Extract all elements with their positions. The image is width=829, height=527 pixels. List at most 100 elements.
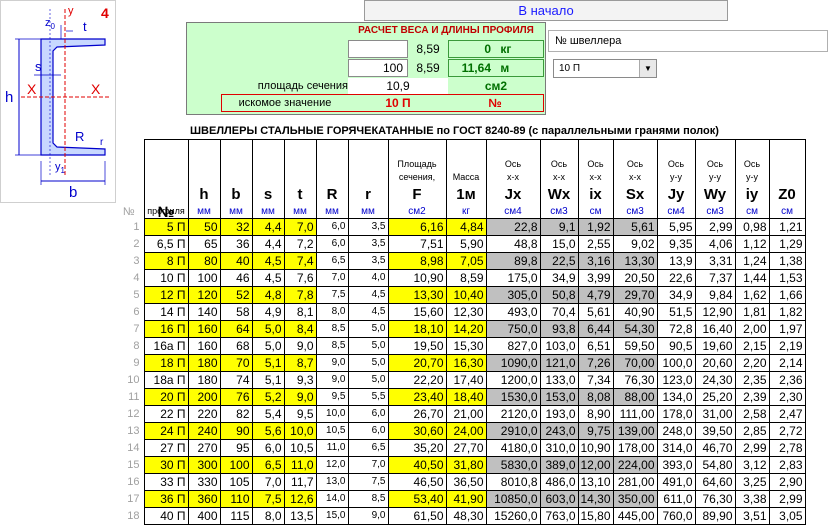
value-cell: 9,5 [283, 405, 317, 423]
header-symbol: b [231, 186, 241, 203]
value-cell: 7,8 [283, 286, 317, 304]
value-cell: 305,0 [485, 286, 541, 304]
value-cell: 248,0 [656, 422, 696, 440]
chevron-down-icon[interactable]: ▼ [639, 60, 656, 77]
value-cell: 26,70 [387, 405, 447, 423]
value-cell: 46,70 [694, 439, 736, 457]
label-r: r [100, 137, 104, 148]
value-cell: 281,00 [612, 473, 658, 491]
header-symbol: t [297, 186, 303, 203]
value-cell: 7,51 [387, 235, 447, 253]
value-cell: 6,0 [347, 422, 389, 440]
value-cell: 13,30 [612, 252, 658, 270]
value-cell: 350,00 [612, 490, 658, 508]
value-cell: 1,44 [734, 269, 770, 287]
value-cell: 160 [187, 337, 221, 355]
header-top: Площадь [397, 159, 437, 169]
profile-cell: 12 П [143, 286, 189, 304]
value-cell: 7,0 [251, 473, 285, 491]
value-cell: 7,5 [315, 286, 349, 304]
value-cell: 314,0 [656, 439, 696, 457]
value-cell: 10,90 [387, 269, 447, 287]
column-header-3: s мм [251, 139, 285, 219]
value-cell: 100,0 [656, 354, 696, 372]
value-cell: 39,50 [694, 422, 736, 440]
value-cell: 31,80 [445, 456, 487, 474]
value-cell: 393,0 [656, 456, 696, 474]
value-cell: 88,00 [612, 388, 658, 406]
value-cell: 2910,0 [485, 422, 541, 440]
channel-properties-table: №№№профиляhммbммsммtммRммrммПлощадьсечен… [116, 139, 806, 525]
profile-select[interactable]: 10 П ▼ [553, 59, 657, 78]
value-cell: 2,15 [734, 337, 770, 355]
value-cell: 10850,0 [485, 490, 541, 508]
value-cell: 15260,0 [485, 507, 541, 525]
value-cell: 2,83 [768, 456, 806, 474]
sought-value-row: искомое значение 10 П № [221, 94, 544, 112]
header-mid: профиля [147, 206, 185, 216]
table-row: 8 16а П 160 68 5,0 9,0 8,5 5,0 19,50 15,30 827,0 10… [116, 337, 806, 355]
value-cell: 6,44 [577, 320, 614, 338]
value-cell: 15,60 [387, 303, 447, 321]
value-cell: 7,26 [577, 354, 614, 372]
value-cell: 8,98 [387, 252, 447, 270]
value-cell: 64 [219, 320, 253, 338]
value-cell: 29,70 [612, 286, 658, 304]
value-cell: 760,0 [656, 507, 696, 525]
header-unit: см [781, 206, 793, 217]
value-cell: 360 [187, 490, 221, 508]
value-cell: 89,90 [694, 507, 736, 525]
header-mid: x-x [507, 172, 519, 182]
column-header-8: Масса 1м кг [445, 139, 487, 219]
value-cell: 8,0 [251, 507, 285, 525]
value-cell: 1,81 [734, 303, 770, 321]
profile-cell: 18 П [143, 354, 189, 372]
value-cell: 13,30 [387, 286, 447, 304]
column-header-16: Z0 см [768, 139, 806, 219]
value-cell: 2,72 [768, 422, 806, 440]
header-unit: см3 [626, 206, 644, 217]
sought-value: 10 П [385, 96, 411, 110]
header-symbol: Wx [547, 186, 571, 203]
label-R: R [75, 129, 85, 144]
value-cell: 13,0 [315, 473, 349, 491]
header-symbol: s [263, 186, 273, 203]
profile-cell: 20 П [143, 388, 189, 406]
value-cell: 1,62 [734, 286, 770, 304]
length-input[interactable]: 100 [348, 59, 408, 77]
value-cell: 3,99 [577, 269, 614, 287]
header-top: Ось [743, 159, 761, 169]
header-top: Ось [706, 159, 724, 169]
value-cell: 9,3 [283, 371, 317, 389]
row-number: 18 [127, 510, 140, 522]
value-cell: 5,1 [251, 354, 285, 372]
table-row: 6 14 П 140 58 4,9 8,1 8,0 4,5 15,60 12,30 493,0 70,… [116, 303, 806, 321]
table-title: ШВЕЛЛЕРЫ СТАЛЬНЫЕ ГОРЯЧЕКАТАННЫЕ по ГОСТ… [190, 125, 719, 137]
header-top: Ось [667, 159, 685, 169]
value-cell: 6,0 [251, 439, 285, 457]
table-row: 2 6,5 П 65 36 4,4 7,2 6,0 3,5 7,51 5,90 48,8 15,0 2,… [116, 235, 806, 253]
header-mid: y-y [709, 172, 722, 182]
value-cell: 6,16 [387, 218, 447, 236]
profile-cell: 14 П [143, 303, 189, 321]
value-cell: 0,98 [734, 218, 770, 236]
weight-input[interactable] [348, 40, 408, 58]
header-mid: y-y [670, 172, 683, 182]
value-cell: 40,90 [612, 303, 658, 321]
value-cell: 18,40 [445, 388, 487, 406]
value-cell: 58 [219, 303, 253, 321]
go-to-start-button[interactable]: В начало [364, 0, 728, 21]
profile-cell: 10 П [143, 269, 189, 287]
value-cell: 8010,8 [485, 473, 541, 491]
label-t: t [83, 19, 87, 34]
value-cell: 4,0 [347, 269, 389, 287]
table-row: 17 36 П 360 110 7,5 12,6 14,0 8,5 53,40 41,90 1085… [116, 490, 806, 508]
value-cell: 4180,0 [485, 439, 541, 457]
header-top: Ось [550, 159, 568, 169]
value-cell: 445,00 [612, 507, 658, 525]
value-cell: 5,95 [656, 218, 696, 236]
value-cell: 11,7 [283, 473, 317, 491]
value-cell: 3,16 [577, 252, 614, 270]
value-cell: 7,0 [315, 269, 349, 287]
value-cell: 19,60 [694, 337, 736, 355]
